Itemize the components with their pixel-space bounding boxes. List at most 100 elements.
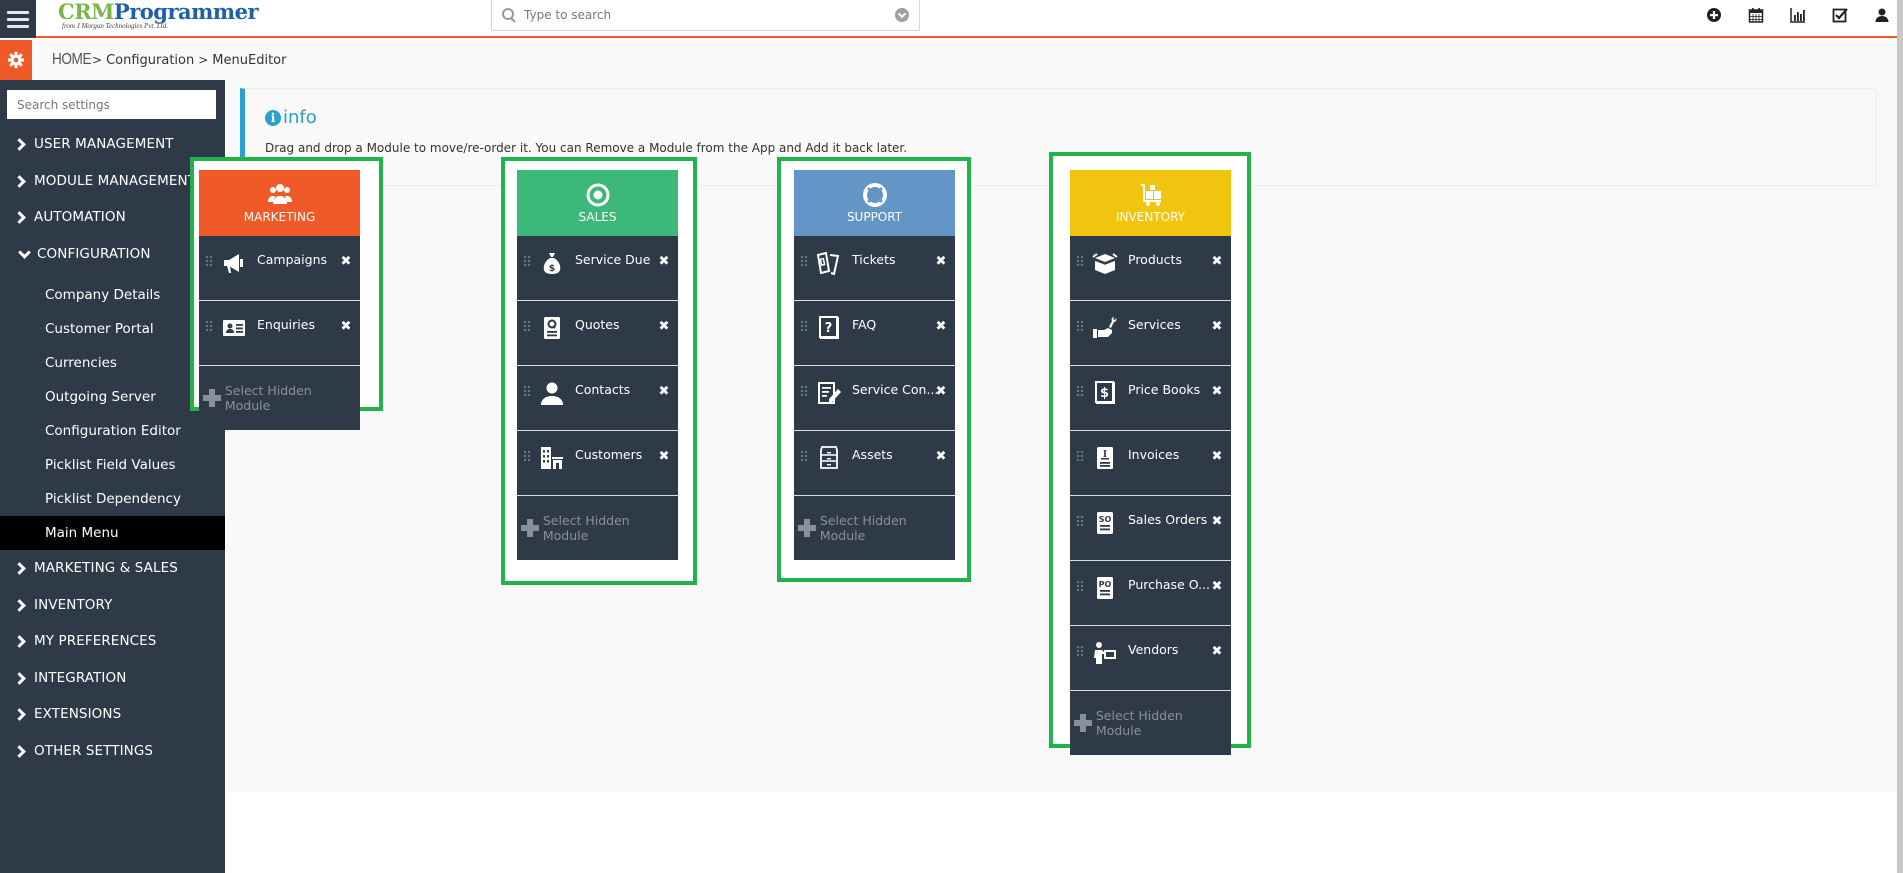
settings-search-input[interactable] (7, 90, 216, 119)
drag-handle-icon[interactable] (1076, 320, 1084, 332)
logo[interactable]: CRMProgrammer from J Morgan Technologies… (58, 0, 259, 36)
module-item[interactable]: Vendors ✖ (1070, 626, 1231, 691)
calendar-icon[interactable] (1735, 0, 1777, 30)
drag-handle-icon[interactable] (1076, 515, 1084, 527)
drag-handle-icon[interactable] (523, 320, 531, 332)
module-item[interactable]: Customers ✖ (517, 431, 678, 496)
remove-module-icon[interactable]: ✖ (340, 255, 352, 268)
select-hidden-module-button[interactable]: Select Hidden Module (794, 496, 955, 560)
search-dropdown-icon[interactable] (895, 8, 909, 22)
app-header-sales[interactable]: SALES (517, 170, 678, 236)
breadcrumb-separator: > (92, 53, 103, 67)
module-label: Service Due (575, 252, 651, 267)
module-item[interactable]: Contacts ✖ (517, 366, 678, 431)
sidebar-section-other-settings[interactable]: OTHER SETTINGS (0, 733, 225, 770)
remove-module-icon[interactable]: ✖ (935, 450, 947, 463)
drag-handle-icon[interactable] (523, 255, 531, 267)
app-header-inventory[interactable]: INVENTORY (1070, 170, 1231, 236)
bar-chart-icon[interactable] (1777, 0, 1819, 30)
drag-handle-icon[interactable] (800, 385, 808, 397)
drag-handle-icon[interactable] (800, 320, 808, 332)
chevron-right-icon (14, 672, 26, 684)
remove-module-icon[interactable]: ✖ (658, 450, 670, 463)
sidebar-section-marketing-sales[interactable]: MARKETING & SALES (0, 550, 225, 587)
drag-handle-icon[interactable] (800, 255, 808, 267)
select-hidden-module-label: Select Hidden Module (224, 383, 312, 413)
sidebar-section-label: CONFIGURATION (37, 245, 151, 262)
remove-module-icon[interactable]: ✖ (1211, 515, 1223, 528)
checkbox-icon[interactable] (1819, 0, 1861, 30)
svg-text:PO: PO (1099, 580, 1112, 589)
remove-module-icon[interactable]: ✖ (935, 385, 947, 398)
remove-module-icon[interactable]: ✖ (1211, 385, 1223, 398)
drag-handle-icon[interactable] (205, 255, 213, 267)
sidebar-section-my-preferences[interactable]: MY PREFERENCES (0, 623, 225, 660)
drag-handle-icon[interactable] (800, 450, 808, 462)
drag-handle-icon[interactable] (523, 450, 531, 462)
remove-module-icon[interactable]: ✖ (935, 320, 947, 333)
module-item[interactable]: Tickets ✖ (794, 236, 955, 301)
module-item[interactable]: Campaigns ✖ (199, 236, 360, 301)
module-label: Campaigns (257, 252, 328, 267)
drag-handle-icon[interactable] (1076, 255, 1084, 267)
remove-module-icon[interactable]: ✖ (935, 255, 947, 268)
sidebar-section-integration[interactable]: INTEGRATION (0, 660, 225, 697)
remove-module-icon[interactable]: ✖ (658, 320, 670, 333)
drag-handle-icon[interactable] (1076, 645, 1084, 657)
sidebar-item-picklist-field-values[interactable]: Picklist Field Values (0, 448, 225, 482)
drag-handle-icon[interactable] (1076, 385, 1084, 397)
add-circle-icon[interactable] (1693, 0, 1735, 30)
module-item[interactable]: SO Sales Orders ✖ (1070, 496, 1231, 561)
breadcrumb-home[interactable]: HOME (52, 51, 92, 69)
app-column-support: SUPPORT Tickets ✖? FAQ ✖ Service Con... ✖ Asset… (794, 170, 955, 560)
module-item[interactable]: Enquiries ✖ (199, 301, 360, 366)
select-hidden-module-button[interactable]: Select Hidden Module (199, 366, 360, 430)
global-search-input[interactable] (524, 8, 884, 22)
remove-module-icon[interactable]: ✖ (658, 385, 670, 398)
module-item[interactable]: Products ✖ (1070, 236, 1231, 301)
page-scrollbar[interactable] (1897, 0, 1903, 873)
remove-module-icon[interactable]: ✖ (1211, 580, 1223, 593)
remove-module-icon[interactable]: ✖ (1211, 255, 1223, 268)
remove-module-icon[interactable]: ✖ (1211, 450, 1223, 463)
sidebar-item-main-menu[interactable]: Main Menu (0, 516, 225, 550)
sidebar-section-extensions[interactable]: EXTENSIONS (0, 696, 225, 733)
drag-handle-icon[interactable] (1076, 580, 1084, 592)
app-header-marketing[interactable]: MARKETING (199, 170, 360, 236)
module-item[interactable]: Quotes ✖ (517, 301, 678, 366)
breadcrumb-configuration[interactable]: Configuration (106, 53, 194, 68)
drag-handle-icon[interactable] (523, 385, 531, 397)
hamburger-menu-button[interactable] (0, 0, 36, 38)
remove-module-icon[interactable]: ✖ (1211, 645, 1223, 658)
settings-gear-button[interactable] (0, 40, 32, 80)
module-item[interactable]: Services ✖ (1070, 301, 1231, 366)
app-header-support[interactable]: SUPPORT (794, 170, 955, 236)
select-hidden-module-button[interactable]: Select Hidden Module (517, 496, 678, 560)
logo-brand: CRMProgrammer (58, 0, 259, 24)
global-search (491, 0, 920, 31)
select-hidden-module-label: Select Hidden Module (1095, 708, 1183, 738)
module-item[interactable]: $ Price Books ✖ (1070, 366, 1231, 431)
module-item[interactable]: I Invoices ✖ (1070, 431, 1231, 496)
remove-module-icon[interactable]: ✖ (340, 320, 352, 333)
chevron-right-icon (14, 175, 26, 187)
module-item[interactable]: Service Con... ✖ (794, 366, 955, 431)
drag-handle-icon[interactable] (1076, 450, 1084, 462)
sidebar-item-configuration-editor[interactable]: Configuration Editor (0, 414, 225, 448)
remove-module-icon[interactable]: ✖ (658, 255, 670, 268)
sidebar-section-inventory[interactable]: INVENTORY (0, 587, 225, 624)
module-label: Vendors (1128, 642, 1179, 657)
module-item[interactable]: ? FAQ ✖ (794, 301, 955, 366)
module-item[interactable]: PO Purchase O... ✖ (1070, 561, 1231, 626)
group-icon (267, 182, 293, 210)
sales-order-icon: SO (1092, 510, 1118, 536)
box-icon (1092, 250, 1118, 276)
drag-handle-icon[interactable] (205, 320, 213, 332)
select-hidden-module-label: Select Hidden Module (542, 513, 630, 543)
plus-icon (521, 519, 539, 537)
module-item[interactable]: $ Service Due ✖ (517, 236, 678, 301)
remove-module-icon[interactable]: ✖ (1211, 320, 1223, 333)
sidebar-item-picklist-dependency[interactable]: Picklist Dependency (0, 482, 225, 516)
module-item[interactable]: Assets ✖ (794, 431, 955, 496)
select-hidden-module-button[interactable]: Select Hidden Module (1070, 691, 1231, 755)
